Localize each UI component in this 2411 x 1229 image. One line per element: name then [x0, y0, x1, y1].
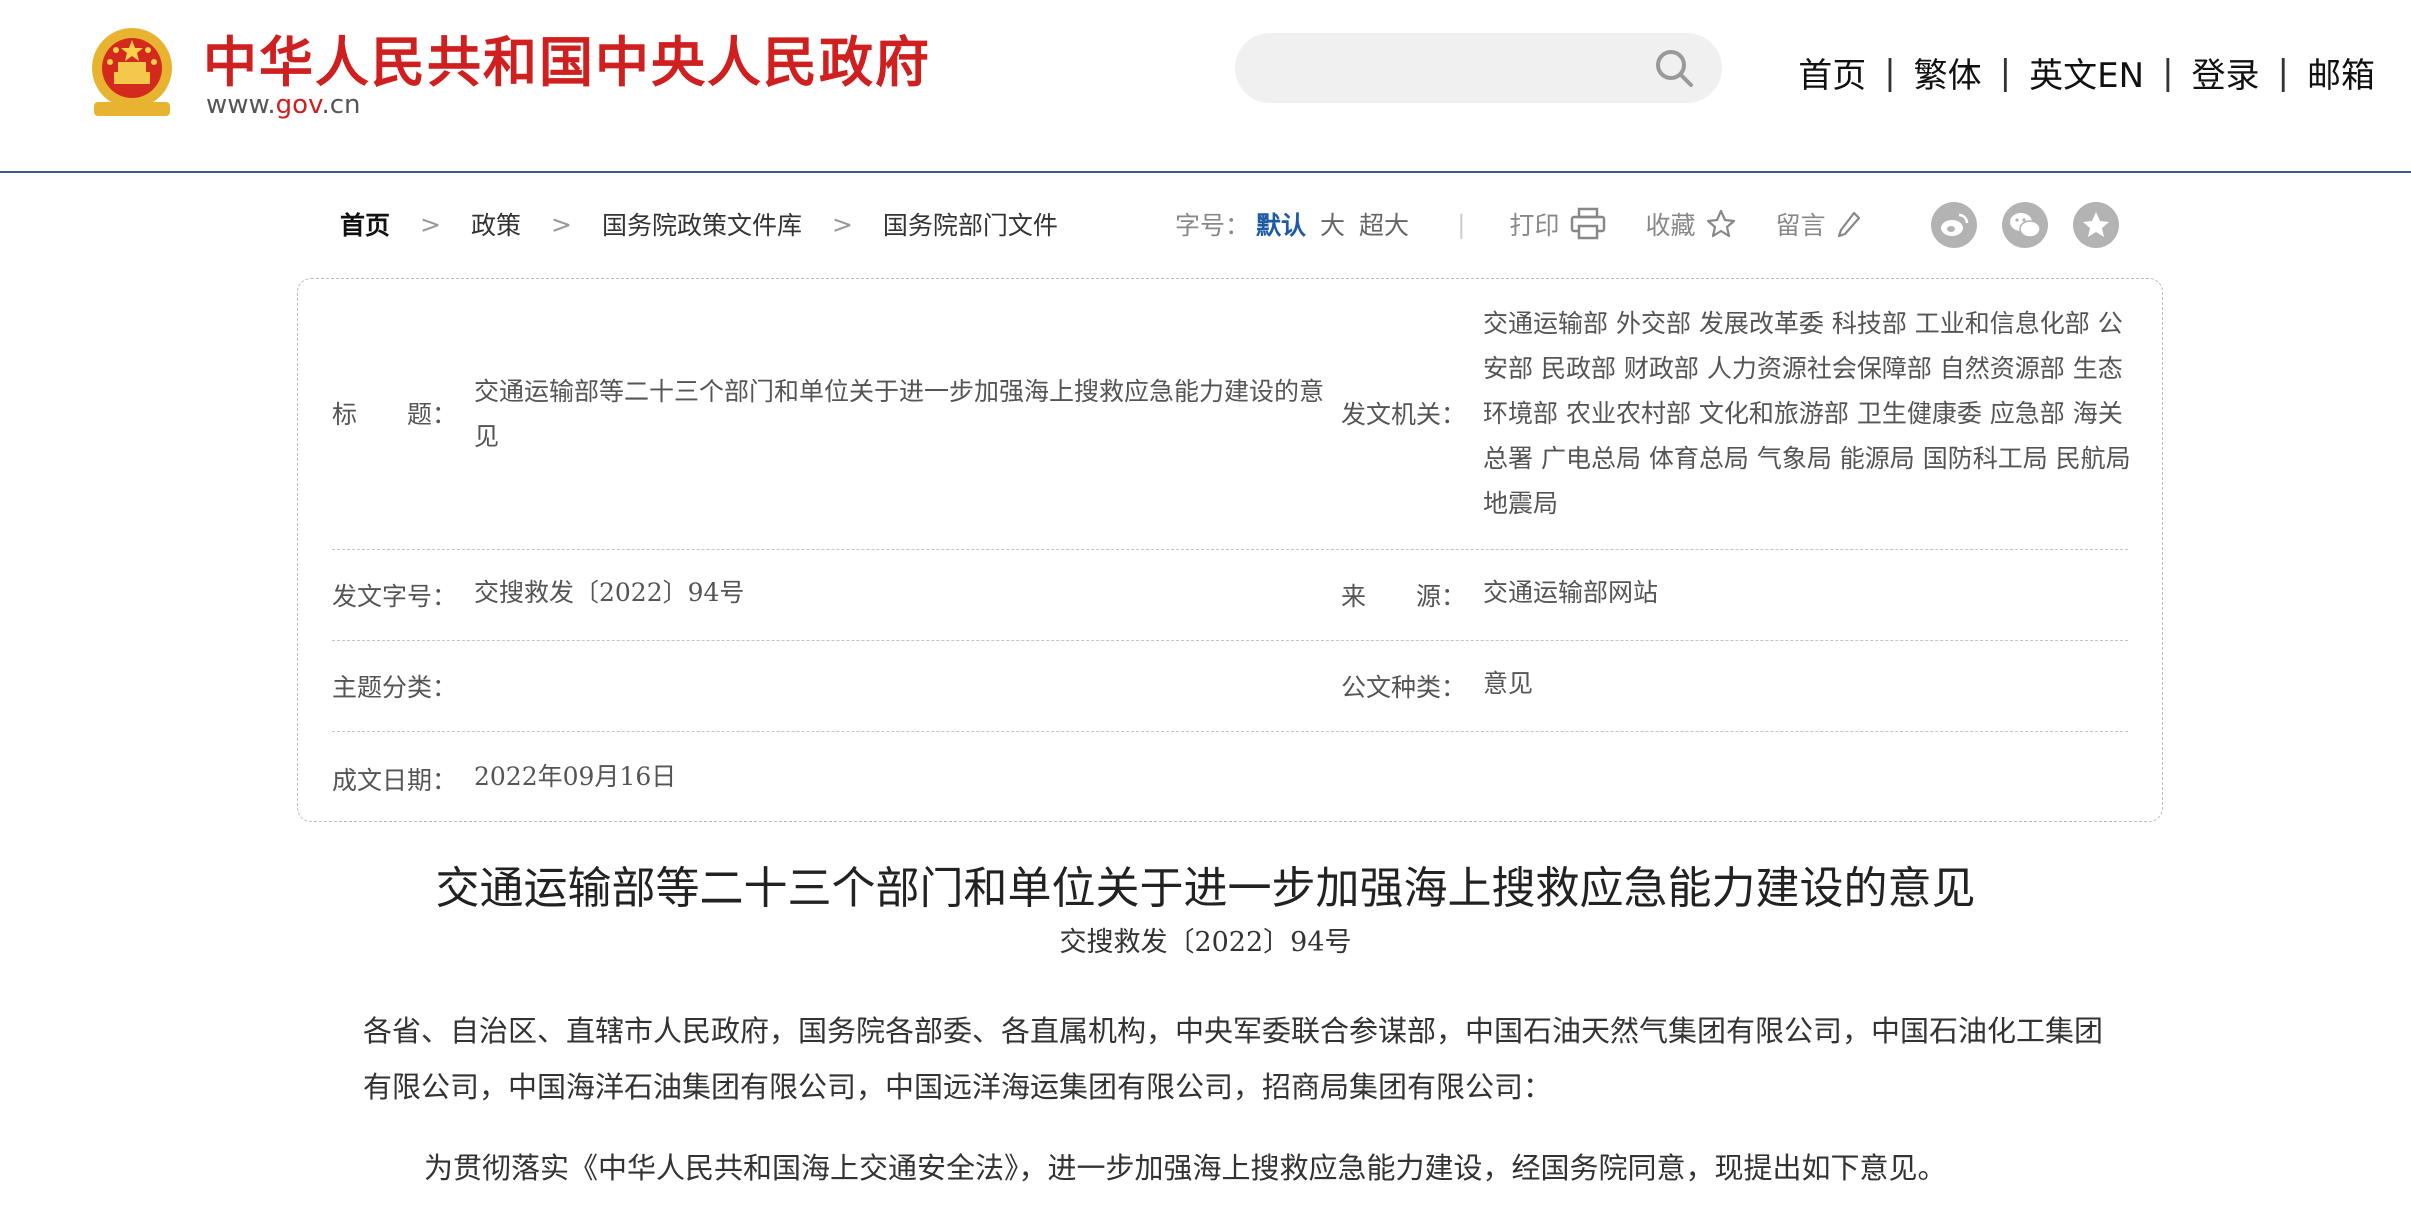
- nav-login[interactable]: 登录: [2192, 48, 2260, 97]
- issuer-value: 交通运输部 外交部 发展改革委 科技部 工业和信息化部 公安部 民政部 财政部 …: [1483, 309, 2131, 518]
- nav-separator: |: [1884, 52, 1896, 93]
- breadcrumb-chevron-icon: >: [550, 209, 572, 239]
- domain-prefix: www.: [206, 90, 276, 120]
- share-wechat[interactable]: [2002, 202, 2048, 248]
- article-title: 交通运输部等二十三个部门和单位关于进一步加强海上搜救应急能力建设的意见: [435, 863, 1976, 914]
- title-value: 交通运输部等二十三个部门和单位关于进一步加强海上搜救应急能力建设的意见: [474, 377, 1325, 451]
- qzone-icon: [2083, 212, 2109, 237]
- date-label: 成文日期：: [332, 766, 458, 795]
- weibo-icon: [1941, 213, 1969, 236]
- font-size-large[interactable]: 大: [1320, 206, 1345, 242]
- breadcrumb-home[interactable]: 首页: [340, 206, 390, 242]
- search-input[interactable]: [1265, 45, 1649, 93]
- site-title[interactable]: 中华人民共和国中央人民政府: [203, 18, 931, 97]
- issuer-label: 发文机关：: [1341, 400, 1467, 429]
- nav-separator: |: [2277, 52, 2289, 93]
- search-box: [1235, 33, 1722, 103]
- pencil-icon: [1837, 211, 1860, 238]
- docno-label: 发文字号：: [332, 582, 458, 611]
- document-info-table: 标 题： 交通运输部等二十三个部门和单位关于进一步加强海上搜救应急能力建设的意见…: [297, 278, 2163, 822]
- top-nav: 首页 | 繁体 | 英文EN | 登录 | 邮箱: [1798, 48, 2375, 97]
- printer-icon: [1570, 207, 1605, 240]
- article-paragraph: 为贯彻落实《中华人民共和国海上交通安全法》，进一步加强海上搜救应急能力建设，经国…: [424, 1151, 1947, 1185]
- star-icon: [1706, 209, 1735, 238]
- breadcrumb: 首页 > 政策 > 国务院政策文件库 > 国务院部门文件: [340, 206, 1058, 242]
- topic-label: 主题分类：: [332, 673, 458, 702]
- share-weibo[interactable]: [1931, 202, 1977, 248]
- article-doc-number: 交搜救发〔2022〕94号: [1059, 927, 1352, 958]
- title-label: 标 题：: [332, 400, 458, 429]
- nav-english[interactable]: 英文EN: [2029, 48, 2144, 97]
- share-qzone[interactable]: [2073, 202, 2119, 248]
- domain-suffix: .cn: [321, 90, 361, 120]
- date-value: 2022年09月16日: [474, 762, 677, 791]
- breadcrumb-policy-library[interactable]: 国务院政策文件库: [602, 206, 802, 242]
- breadcrumb-chevron-icon: >: [420, 209, 441, 239]
- article-toolbar: 字号： 默认 大 超大 | 打印 收藏 留言 |: [1175, 206, 1988, 242]
- nav-traditional[interactable]: 繁体: [1914, 48, 1982, 97]
- font-size-default[interactable]: 默认: [1256, 206, 1306, 242]
- site-header: 中华人民共和国中央人民政府 www.gov.cn 首页 | 繁体 | 英文EN …: [0, 0, 2411, 173]
- comment-label: 留言: [1775, 211, 1826, 240]
- font-size-xlarge[interactable]: 超大: [1359, 206, 1409, 242]
- info-row-topic: 主题分类： 公文种类： 意见: [332, 640, 2128, 732]
- toolbar-divider: |: [1457, 209, 1466, 239]
- favorite-label: 收藏: [1645, 211, 1696, 240]
- source-label: 来 源：: [1341, 582, 1467, 611]
- breadcrumb-policy[interactable]: 政策: [471, 206, 521, 242]
- print-button[interactable]: 打印: [1510, 206, 1606, 242]
- info-row-date: 成文日期： 2022年09月16日: [332, 731, 2128, 821]
- comment-button[interactable]: 留言: [1776, 206, 1862, 242]
- breadcrumb-chevron-icon: >: [831, 209, 853, 239]
- national-emblem-icon[interactable]: [84, 20, 180, 124]
- article-paragraph: 各省、自治区、直辖市人民政府，国务院各部委、各直属机构，中央军委联合参谋部，中国…: [363, 1014, 2104, 1104]
- font-size-label: 字号：: [1175, 211, 1251, 240]
- info-row-title: 标 题： 交通运输部等二十三个部门和单位关于进一步加强海上搜救应急能力建设的意见…: [332, 279, 2131, 550]
- nav-separator: |: [2162, 52, 2174, 93]
- doctype-label: 公文种类：: [1341, 673, 1467, 702]
- print-label: 打印: [1509, 211, 1560, 240]
- docno-value: 交搜救发〔2022〕94号: [474, 578, 745, 607]
- search-icon[interactable]: [1652, 46, 1696, 90]
- breadcrumb-department-docs[interactable]: 国务院部门文件: [883, 206, 1058, 242]
- nav-home[interactable]: 首页: [1798, 48, 1866, 97]
- domain-gov: gov: [275, 90, 322, 120]
- nav-mail[interactable]: 邮箱: [2307, 48, 2375, 97]
- wechat-icon: [2010, 213, 2041, 238]
- doctype-value: 意见: [1483, 669, 1534, 698]
- source-value: 交通运输部网站: [1483, 578, 1659, 607]
- favorite-button[interactable]: 收藏: [1646, 206, 1736, 242]
- nav-separator: |: [1999, 52, 2012, 93]
- info-row-docno: 发文字号： 交搜救发〔2022〕94号 来 源： 交通运输部网站: [332, 549, 2128, 641]
- site-domain[interactable]: www.gov.cn: [206, 90, 361, 120]
